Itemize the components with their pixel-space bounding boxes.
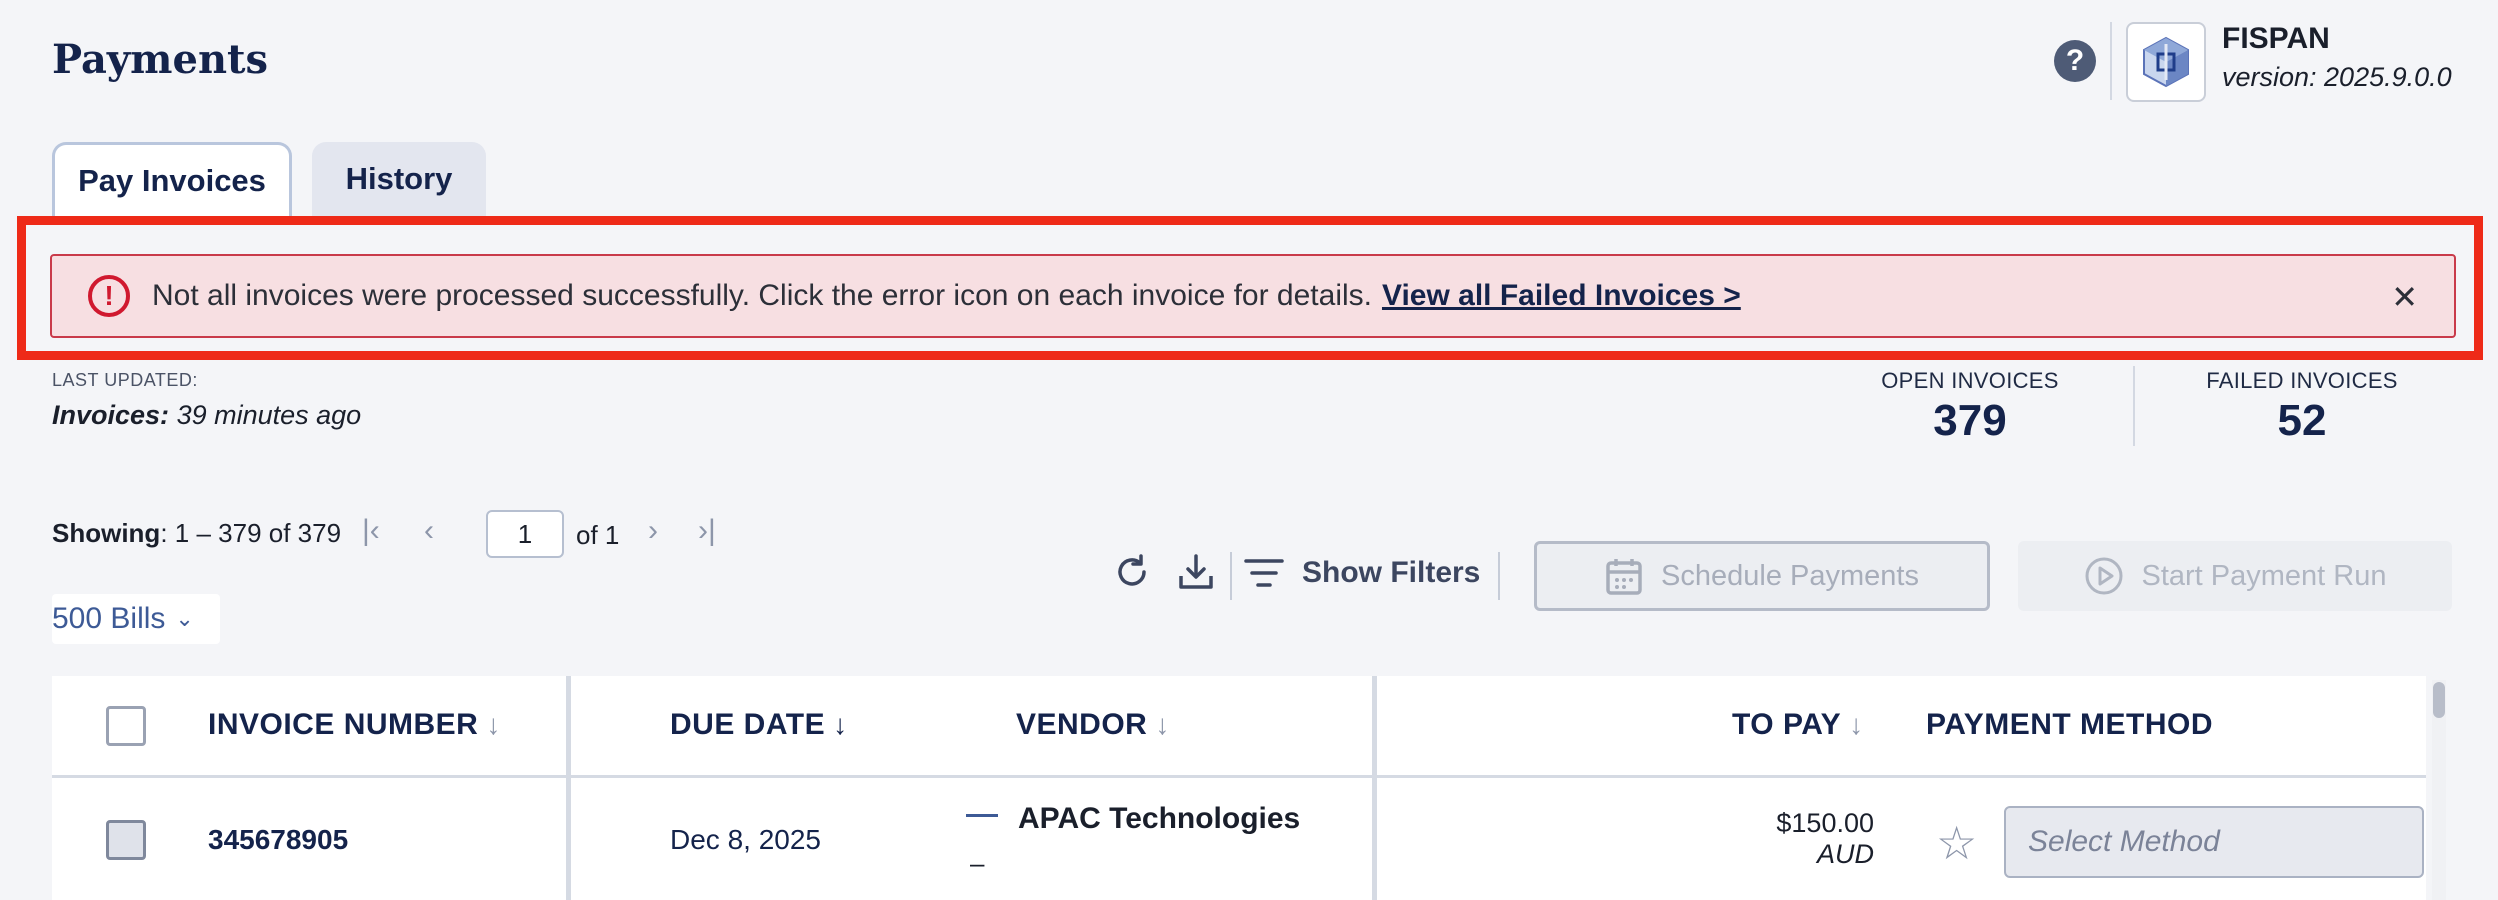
toolbar-divider — [1230, 552, 1232, 600]
sort-arrow-icon: ↓ — [833, 709, 848, 740]
bills-select-value: 500 Bills — [52, 602, 166, 635]
due-date-cell: Dec 8, 2025 — [670, 824, 821, 855]
invoice-number-header-label: INVOICE NUMBER — [208, 708, 479, 741]
page-number-input[interactable]: 1 — [486, 510, 564, 558]
failed-invoices-label: FAILED INVOICES — [2206, 368, 2398, 393]
sort-arrow-icon: ↓ — [486, 709, 501, 740]
tab-pay-invoices[interactable]: Pay Invoices — [52, 142, 292, 216]
column-header-vendor[interactable]: VENDOR ↓ — [1016, 708, 1170, 742]
table-scrollbar-thumb[interactable] — [2433, 682, 2445, 718]
brand-name: FISPAN — [2222, 22, 2330, 55]
first-page-icon[interactable]: |‹ — [362, 514, 380, 548]
chevron-down-icon: ⌄ — [175, 606, 194, 631]
show-filters-label: Show Filters — [1302, 556, 1481, 589]
failed-invoices-count: 52 — [2277, 396, 2327, 445]
to-pay-header-label: TO PAY — [1732, 708, 1842, 741]
download-icon[interactable] — [1176, 552, 1216, 597]
invoice-number-link[interactable]: 345678905 — [208, 824, 348, 856]
payment-method-header-label: PAYMENT METHOD — [1926, 708, 2214, 741]
filter-icon — [1244, 559, 1284, 587]
refresh-icon[interactable] — [1112, 552, 1152, 597]
show-filters-button[interactable]: Show Filters — [1244, 556, 1480, 590]
column-header-payment-method: PAYMENT METHOD — [1926, 708, 2213, 742]
showing-label: Showing — [52, 518, 161, 548]
open-invoices-label: OPEN INVOICES — [1881, 368, 2059, 393]
open-invoices-stat: OPEN INVOICES 379 — [1870, 368, 2070, 446]
view-failed-invoices-link[interactable]: View all Failed Invoices > — [1382, 279, 1741, 313]
due-date-header-label: DUE DATE — [670, 708, 826, 741]
help-icon[interactable]: ? — [2054, 40, 2096, 82]
app-version: version: 2025.9.0.0 — [2222, 62, 2452, 92]
vendor-header-label: VENDOR — [1016, 708, 1148, 741]
amount-currency: AUD — [1816, 839, 1874, 869]
brand-logo — [2126, 22, 2206, 102]
amount-cell: $150.00 AUD — [1652, 808, 1874, 870]
cube-logo-icon — [2143, 36, 2189, 88]
alert-message: Not all invoices were processed successf… — [152, 279, 1372, 312]
last-page-icon[interactable]: ›| — [698, 514, 716, 548]
schedule-payments-button[interactable]: Schedule Payments — [1534, 541, 1990, 611]
showing-summary: Showing: 1 – 379 of 379 — [52, 518, 341, 549]
last-updated-time: 39 minutes ago — [176, 400, 362, 430]
select-all-checkbox[interactable] — [106, 706, 146, 746]
header-divider — [2110, 22, 2112, 100]
open-invoices-count: 379 — [1933, 396, 2007, 445]
next-page-icon[interactable]: › — [648, 514, 658, 548]
column-header-to-pay[interactable]: TO PAY ↓ — [1732, 708, 1864, 742]
start-payment-run-label: Start Payment Run — [2141, 559, 2387, 592]
last-updated-label: LAST UPDATED: — [52, 370, 198, 390]
last-updated-value: Invoices: 39 minutes ago — [52, 400, 361, 431]
page-of-label: of 1 — [576, 520, 620, 550]
tab-history[interactable]: History — [312, 142, 486, 216]
star-icon[interactable]: ☆ — [1936, 816, 1977, 870]
sort-arrow-icon: ↓ — [1849, 709, 1864, 740]
sort-arrow-icon: ↓ — [1155, 709, 1170, 740]
page-title: Payments — [52, 36, 269, 83]
column-separator — [566, 676, 571, 900]
toolbar-divider — [1498, 552, 1500, 600]
column-header-due-date[interactable]: DUE DATE ↓ — [670, 708, 848, 742]
column-separator — [1372, 676, 1377, 900]
schedule-payments-label: Schedule Payments — [1661, 559, 1919, 592]
start-payment-run-button[interactable]: Start Payment Run — [2018, 541, 2452, 611]
failed-invoices-stat: FAILED INVOICES 52 — [2200, 368, 2404, 446]
vendor-name-link[interactable]: APAC Technologies — [1018, 802, 1300, 836]
vendor-sub-label: – — [970, 848, 985, 878]
error-circle-icon: ! — [88, 275, 130, 317]
amount-value: $150.00 — [1776, 808, 1874, 838]
last-updated-entity: Invoices: — [52, 400, 170, 430]
bills-per-page-select[interactable]: 500 Bills ⌄ — [52, 594, 220, 644]
prev-page-icon[interactable]: ‹ — [424, 514, 434, 548]
error-alert-banner: ! Not all invoices were processed succes… — [50, 254, 2456, 338]
play-circle-icon — [2084, 556, 2124, 596]
stat-divider — [2133, 366, 2135, 446]
row-checkbox[interactable] — [106, 820, 146, 860]
column-header-invoice-number[interactable]: INVOICE NUMBER ↓ — [208, 708, 501, 742]
showing-range: : 1 – 379 of 379 — [160, 518, 342, 548]
vendor-underline — [966, 814, 998, 817]
calendar-icon — [1605, 556, 1643, 596]
close-icon[interactable]: ✕ — [2391, 278, 2418, 316]
payment-method-select[interactable]: Select Method — [2004, 806, 2424, 878]
